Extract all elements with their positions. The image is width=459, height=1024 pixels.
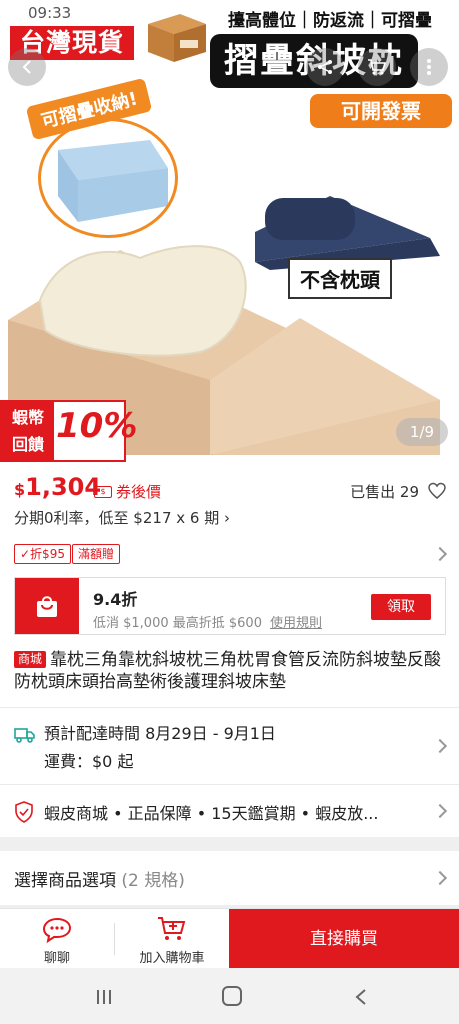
share-icon [318,60,332,74]
coupon-card: 9.4折 低消 $1,000 最高折抵 $600 使用規則 領取 [14,577,446,635]
status-time: 09:33 [28,4,72,22]
price-section: $1,304 $ 券後價 已售出 29 分期0利率，低至 $217 x 6 期 … [0,465,459,537]
coupon-desc: 低消 $1,000 最高折抵 $600 使用規則 [93,612,322,631]
home-icon[interactable] [222,986,242,1006]
gift-tag: 滿額贈 [72,544,121,564]
discount-tag: ✓折$95 [14,544,71,564]
after-coupon-label: $ 券後價 [94,481,161,502]
product-title: 靠枕三角靠枕斜坡枕三角枕胃食管反流防斜坡墊反酸防枕頭床頭抬高墊術後護理斜坡床墊 [14,650,442,692]
coins-text: 蝦幣 回饋 [2,402,54,460]
chevron-left-icon [22,60,31,74]
chat-icon [42,917,72,943]
coupon-title: 9.4折 [93,590,138,609]
chevron-right-icon [432,738,448,754]
image-pager: 1/9 [396,418,448,446]
coupon-ticket-icon: $ [94,485,112,498]
invoice-tag: 可開發票 [310,94,452,128]
guarantee-text: 蝦皮商城 • 正品保障 • 15天鑑賞期 • 蝦皮放... [44,804,379,823]
recent-apps-icon[interactable] [95,988,113,1006]
cart-icon [368,59,387,75]
feature-tagline: 擡高體位｜防返流｜可摺疊 [228,11,432,31]
add-to-cart-label: 加入購物車 [139,951,205,966]
options-label: 選擇商品選項 (2 規格) [14,866,185,891]
back-icon[interactable] [354,988,368,1006]
after-coupon-text: 券後價 [116,483,162,501]
truck-icon [14,728,35,743]
product-image-carousel[interactable]: 09:33 台灣現貨 擡高體位｜防返流｜可摺疊 摺疊斜坡枕 可開發票 可摺疊收納… [0,0,459,465]
add-to-cart-button[interactable]: 加入購物車 [115,909,229,969]
guarantee-section[interactable]: 蝦皮商城 • 正品保障 • 15天鑑賞期 • 蝦皮放... [0,785,459,837]
heart-icon[interactable] [427,481,447,501]
delivery-eta: 預計配達時間 8月29日 - 9月1日 [44,724,276,743]
more-vertical-icon [427,59,431,75]
coupon-rules-link[interactable]: 使用規則 [270,616,322,631]
coupon-bag-icon-area [15,578,79,634]
voucher-tags-row[interactable]: ✓折$95 滿額贈 [0,537,459,571]
price-amount: 1,304 [25,473,102,501]
coins-line2: 回饋 [11,435,44,454]
more-button[interactable] [410,48,448,86]
add-cart-icon [158,917,186,940]
coins-cashback-badge: 蝦幣 回饋 10% [0,400,137,462]
coupon-condition: 低消 $1,000 最高折抵 $600 [93,616,262,631]
sold-count: 已售出 29 [350,483,419,501]
chevron-right-icon [432,803,448,819]
shipping-section[interactable]: 預計配達時間 8月29日 - 9月1日 運費：$0 起 [0,708,459,784]
chat-label: 聊聊 [43,951,70,966]
select-options-row[interactable]: 選擇商品選項 (2 規格) [0,851,459,905]
buy-now-button[interactable]: 直接購買 [229,909,459,969]
coins-percent: 10% [56,406,138,446]
price-currency: $ [14,480,26,499]
options-count: (2 規格) [121,871,185,891]
coins-line1: 蝦幣 [11,408,44,427]
bottom-action-bar: 聊聊 加入購物車 直接購買 [0,908,459,969]
price: $1,304 [14,473,101,501]
chevron-right-icon [432,546,448,562]
shopping-bag-icon [37,596,57,617]
system-navigation-bar [0,968,459,1024]
shipping-fee: 運費：$0 起 [44,752,134,771]
installment-info[interactable]: 分期0利率，低至 $217 x 6 期 › [14,507,230,528]
no-pillow-label: 不含枕頭 [288,258,392,299]
back-button[interactable] [8,48,46,86]
folded-inset-circle [38,118,178,238]
coupon-section: 9.4折 低消 $1,000 最高折抵 $600 使用規則 領取 [0,571,459,637]
chevron-right-icon [432,870,448,886]
product-title-block: 商城 靠枕三角靠枕斜坡枕三角枕胃食管反流防斜坡墊反酸防枕頭床頭抬高墊術後護理斜坡床… [0,637,459,707]
claim-coupon-button[interactable]: 領取 [371,594,431,620]
box-icon [148,14,206,62]
cart-button[interactable] [358,48,396,86]
mall-badge: 商城 [14,651,47,668]
share-button[interactable] [306,48,344,86]
shield-check-icon [15,801,33,823]
chat-button[interactable]: 聊聊 [0,909,114,969]
options-text: 選擇商品選項 [14,871,116,891]
